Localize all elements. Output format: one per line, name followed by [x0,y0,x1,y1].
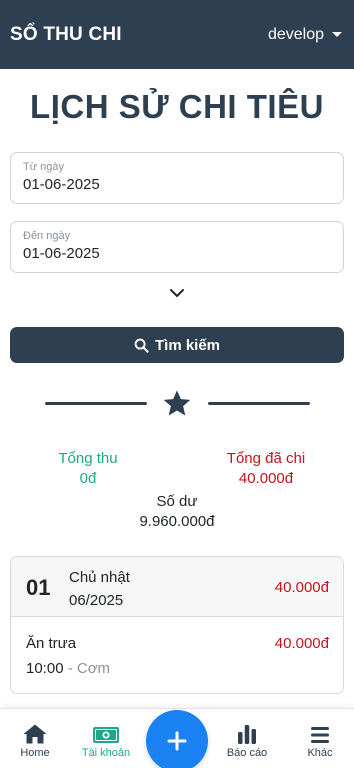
home-icon [23,724,47,744]
plus-icon [167,731,187,751]
star-divider [0,387,354,423]
expense-value: 40.000đ [238,470,294,487]
transaction-category: Cơm [76,660,111,677]
money-icon [93,727,119,743]
search-button-label: Tìm kiếm [154,336,221,354]
day-header: 01 Chủ nhật 06/2025 40.000đ [11,557,343,617]
app-brand[interactable]: SỔ THU CHI [10,24,122,46]
to-date-field[interactable]: Đến ngày [10,221,344,273]
nav-account-label: Tài khoản [81,747,131,759]
transaction-time: 10:00 [26,660,64,677]
income-summary: Tổng thu 0đ [30,449,146,489]
add-transaction-button[interactable] [146,710,208,768]
balance-summary: Số dư 9.960.000đ [100,492,254,532]
chevron-down-icon[interactable] [169,285,185,301]
search-icon [134,338,149,353]
search-button[interactable]: Tìm kiếm [10,327,344,363]
day-number: 01 [26,575,51,600]
from-date-field[interactable]: Từ ngày [10,152,344,204]
to-date-input[interactable] [23,245,331,262]
divider-line-left [45,402,147,405]
divider-line-right [208,402,310,405]
top-navbar: SỔ THU CHI develop [0,0,354,69]
income-label: Tổng thu [58,450,118,467]
nav-report[interactable]: Báo cáo [222,709,272,768]
bar-chart-icon [238,725,256,744]
nav-account[interactable]: Tài khoản [78,709,134,768]
nav-more[interactable]: Khác [298,709,342,768]
day-total: 40.000đ [274,579,329,596]
nav-more-label: Khác [307,747,333,759]
transaction-name: Ăn trưa [26,635,77,652]
nav-home-label: Home [20,747,50,759]
balance-value: 9.960.000đ [139,513,215,530]
user-dropdown[interactable]: develop [268,26,344,44]
balance-label: Số dư [156,493,198,510]
user-name: develop [267,25,324,43]
day-month-year: 06/2025 [69,592,124,609]
to-date-label: Đến ngày [23,230,71,242]
caret-down-icon [332,32,342,37]
menu-icon [311,727,329,743]
day-weekday: Chủ nhật [69,569,130,586]
transaction-separator: - [67,660,73,677]
transaction-meta: 10:00 - Cơm [26,660,110,677]
from-date-label: Từ ngày [23,161,64,173]
transaction-amount: 40.000đ [274,635,329,652]
star-icon [163,390,191,416]
day-card: 01 Chủ nhật 06/2025 40.000đ Ăn trưa 40.0… [10,556,344,694]
nav-report-label: Báo cáo [226,747,268,759]
transaction-item[interactable]: Ăn trưa 40.000đ 10:00 - Cơm [11,617,343,693]
expense-summary: Tổng đã chi 40.000đ [208,449,324,489]
page-title: LỊCH SỬ CHI TIÊU [30,88,324,125]
expense-label: Tổng đã chi [226,450,306,467]
from-date-input[interactable] [23,176,331,193]
nav-home[interactable]: Home [10,709,60,768]
income-value: 0đ [79,470,97,487]
